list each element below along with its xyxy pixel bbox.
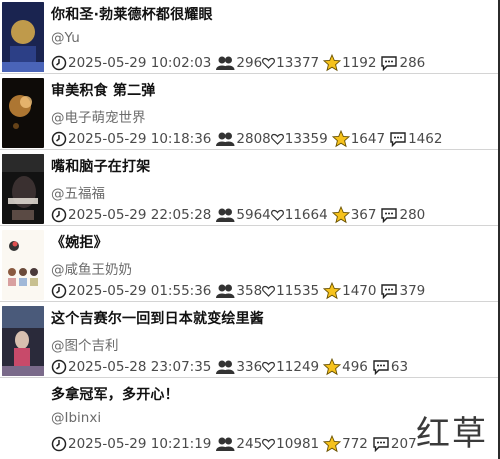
video-thumbnail[interactable] (2, 306, 44, 376)
author-name[interactable]: @图个吉利 (51, 334, 119, 354)
star-icon (323, 358, 342, 376)
users-icon (216, 360, 235, 374)
comment-count: 280 (399, 207, 426, 223)
users-icon (216, 56, 235, 70)
heart-icon (270, 209, 284, 221)
users-icon (216, 437, 235, 451)
like-count: 11535 (276, 283, 320, 299)
like-count: 10981 (276, 436, 320, 452)
star-icon (323, 435, 342, 453)
comment-count: 207 (390, 436, 417, 452)
video-stats: 2025-05-29 10:21:19 245 10981 772 207 (51, 435, 417, 453)
clock-icon (51, 283, 67, 299)
list-item[interactable]: 你和圣·勃莱德杯都很耀眼 @Yu 2025-05-29 10:02:03 296… (0, 0, 498, 74)
clock-icon (51, 436, 67, 452)
clock-icon (51, 55, 67, 71)
users-icon (216, 132, 235, 146)
heart-icon (262, 57, 276, 69)
author-name[interactable]: @咸鱼王奶奶 (51, 258, 132, 278)
author-name[interactable]: @Ibinxi (51, 410, 101, 426)
users-icon (216, 208, 235, 222)
play-count: 2808 (236, 131, 271, 147)
comment-count: 379 (399, 283, 426, 299)
star-icon (323, 282, 342, 300)
favorite-count: 496 (342, 359, 368, 375)
video-title[interactable]: 审美积食 第二弹 (51, 80, 155, 100)
like-count: 11249 (276, 359, 320, 375)
comment-count: 63 (390, 359, 409, 375)
play-count: 358 (236, 283, 263, 299)
comment-icon (381, 56, 398, 71)
video-thumbnail[interactable] (2, 78, 44, 148)
video-stats: 2025-05-29 10:02:03 296 13377 1192 286 (51, 54, 425, 72)
publish-time: 2025-05-29 10:21:19 (68, 436, 212, 452)
clock-icon (51, 207, 67, 223)
comment-icon (381, 208, 398, 223)
video-stats: 2025-05-29 22:05:28 5964 11664 367 280 (51, 206, 425, 224)
publish-time: 2025-05-29 10:18:36 (68, 131, 212, 147)
video-thumbnail[interactable] (2, 2, 44, 72)
list-item[interactable]: 《婉拒》 @咸鱼王奶奶 2025-05-29 01:55:36 358 1153… (0, 228, 498, 302)
video-stats: 2025-05-28 23:07:35 336 11249 496 63 (51, 358, 408, 376)
video-thumbnail[interactable] (2, 154, 44, 224)
like-count: 13377 (276, 55, 320, 71)
publish-time: 2025-05-28 23:07:35 (68, 359, 212, 375)
comment-icon (381, 284, 398, 299)
video-thumbnail[interactable] (2, 230, 44, 300)
video-title[interactable]: 你和圣·勃莱德杯都很耀眼 (51, 4, 213, 24)
favorite-count: 1192 (342, 55, 377, 71)
video-title[interactable]: 《婉拒》 (51, 232, 108, 252)
comment-count: 286 (399, 55, 426, 71)
publish-time: 2025-05-29 01:55:36 (68, 283, 212, 299)
star-icon (331, 130, 350, 148)
heart-icon (262, 361, 276, 373)
video-title[interactable]: 多拿冠军，多开心！ (51, 384, 179, 404)
heart-icon (262, 438, 276, 450)
video-stats: 2025-05-29 10:18:36 2808 13359 1647 1462 (51, 130, 442, 148)
play-count: 245 (236, 436, 263, 452)
publish-time: 2025-05-29 22:05:28 (68, 207, 212, 223)
list-item[interactable]: 这个吉赛尔一回到日本就变绘里酱 @图个吉利 2025-05-28 23:07:3… (0, 304, 498, 378)
video-stats: 2025-05-29 01:55:36 358 11535 1470 379 (51, 282, 425, 300)
favorite-count: 1470 (342, 283, 377, 299)
like-count: 13359 (284, 131, 328, 147)
video-title[interactable]: 这个吉赛尔一回到日本就变绘里酱 (51, 308, 264, 328)
clock-icon (51, 359, 67, 375)
heart-icon (270, 133, 284, 145)
like-count: 11664 (284, 207, 328, 223)
star-icon (331, 206, 350, 224)
list-item[interactable]: 嘴和脑子在打架 @五福福 2025-05-29 22:05:28 5964 11… (0, 152, 498, 226)
video-list: 你和圣·勃莱德杯都很耀眼 @Yu 2025-05-29 10:02:03 296… (0, 0, 500, 459)
play-count: 336 (236, 359, 263, 375)
favorite-count: 1647 (350, 131, 386, 147)
author-name[interactable]: @Yu (51, 30, 80, 46)
favorite-count: 367 (350, 207, 377, 223)
play-count: 5964 (236, 207, 271, 223)
list-item[interactable]: 审美积食 第二弹 @电子萌宠世界 2025-05-29 10:18:36 280… (0, 76, 498, 150)
video-thumbnail[interactable] (2, 382, 44, 452)
favorite-count: 772 (342, 436, 368, 452)
publish-time: 2025-05-29 10:02:03 (68, 55, 212, 71)
comment-icon (373, 360, 389, 375)
star-icon (323, 54, 342, 72)
comment-icon (373, 437, 389, 452)
clock-icon (51, 131, 67, 147)
users-icon (216, 284, 235, 298)
author-name[interactable]: @电子萌宠世界 (51, 106, 146, 126)
heart-icon (262, 285, 276, 297)
watermark-text: 红草 (416, 414, 488, 454)
comment-count: 1462 (408, 131, 443, 147)
play-count: 296 (236, 55, 263, 71)
author-name[interactable]: @五福福 (51, 182, 105, 202)
comment-icon (390, 132, 406, 147)
video-title[interactable]: 嘴和脑子在打架 (51, 156, 150, 176)
